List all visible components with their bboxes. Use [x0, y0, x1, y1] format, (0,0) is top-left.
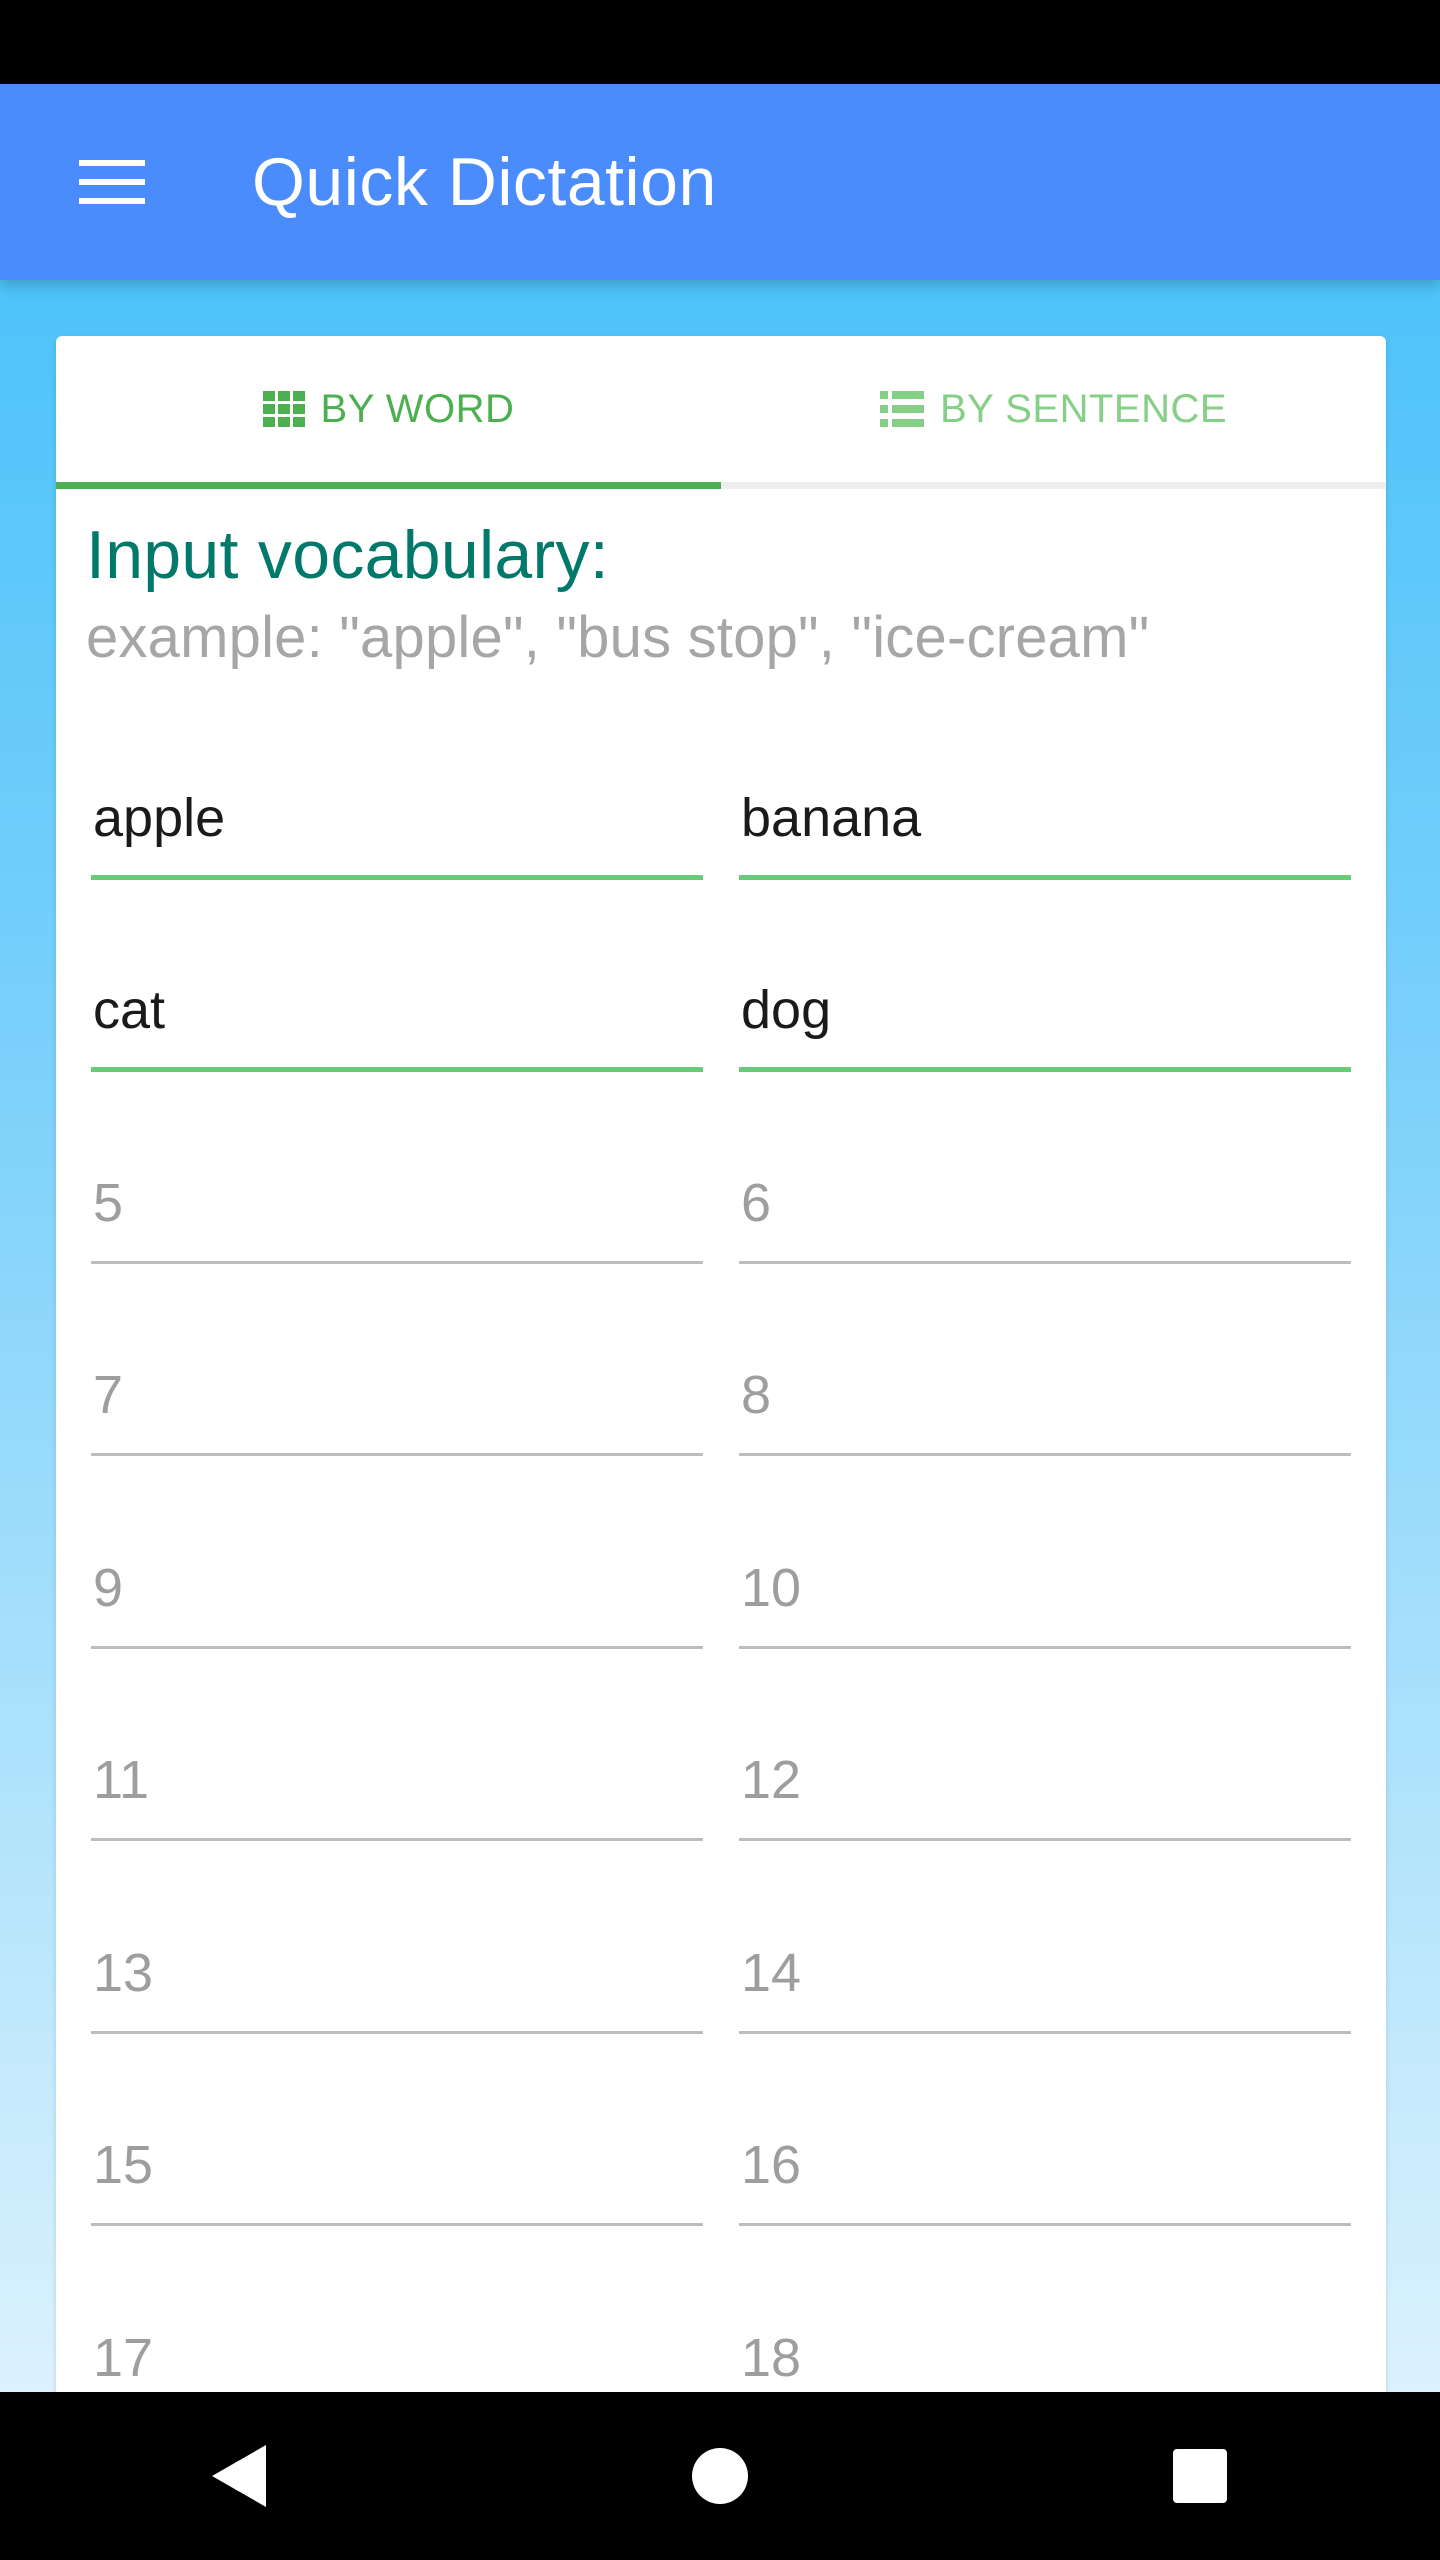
- word-field-15: [91, 2106, 703, 2226]
- recents-icon: [1173, 2449, 1227, 2503]
- vocabulary-card: BY WORD BY SENTENCE Input vocabulary: ex…: [56, 336, 1386, 2396]
- tab-by-sentence[interactable]: BY SENTENCE: [721, 336, 1386, 482]
- word-field-2: [739, 760, 1351, 880]
- tab-bar: BY WORD BY SENTENCE: [56, 336, 1386, 489]
- word-field-1: [91, 760, 703, 880]
- word-input-3[interactable]: [91, 952, 703, 1072]
- tab-by-word[interactable]: BY WORD: [56, 336, 721, 489]
- word-field-10: [739, 1529, 1351, 1649]
- word-field-3: [91, 952, 703, 1072]
- word-input-15[interactable]: [91, 2106, 703, 2226]
- word-field-4: [739, 952, 1351, 1072]
- back-button[interactable]: [160, 2416, 320, 2536]
- tab-by-sentence-label: BY SENTENCE: [939, 386, 1228, 431]
- app-bar: Quick Dictation: [0, 84, 1440, 280]
- grid-icon: [262, 391, 305, 427]
- system-nav-bar: [0, 2392, 1440, 2560]
- word-input-14[interactable]: [739, 1914, 1351, 2034]
- vocabulary-title: Input vocabulary:: [86, 517, 609, 593]
- word-input-18[interactable]: [739, 2299, 1351, 2396]
- word-field-11: [91, 1721, 703, 1841]
- vocabulary-example: example: "apple", "bus stop", "ice-cream…: [86, 605, 1150, 670]
- word-input-6[interactable]: [739, 1144, 1351, 1264]
- word-input-1[interactable]: [91, 760, 703, 880]
- tab-by-word-label: BY WORD: [320, 386, 515, 431]
- word-input-12[interactable]: [739, 1721, 1351, 1841]
- hamburger-menu-icon: [79, 160, 145, 204]
- status-bar: [0, 0, 1440, 84]
- word-field-5: [91, 1144, 703, 1264]
- active-tab-indicator: [56, 482, 721, 489]
- word-input-2[interactable]: [739, 760, 1351, 880]
- word-field-7: [91, 1336, 703, 1456]
- recents-button[interactable]: [1120, 2416, 1280, 2536]
- word-field-18: [739, 2299, 1351, 2396]
- word-field-6: [739, 1144, 1351, 1264]
- word-input-9[interactable]: [91, 1529, 703, 1649]
- word-field-16: [739, 2106, 1351, 2226]
- word-input-17[interactable]: [91, 2299, 703, 2396]
- word-input-5[interactable]: [91, 1144, 703, 1264]
- word-field-8: [739, 1336, 1351, 1456]
- list-icon: [879, 391, 924, 427]
- word-input-16[interactable]: [739, 2106, 1351, 2226]
- word-input-13[interactable]: [91, 1914, 703, 2034]
- app-title: Quick Dictation: [252, 144, 717, 220]
- word-input-8[interactable]: [739, 1336, 1351, 1456]
- home-button[interactable]: [640, 2416, 800, 2536]
- word-input-11[interactable]: [91, 1721, 703, 1841]
- word-field-17: [91, 2299, 703, 2396]
- word-input-10[interactable]: [739, 1529, 1351, 1649]
- word-field-14: [739, 1914, 1351, 2034]
- menu-button[interactable]: [62, 142, 162, 222]
- home-icon: [692, 2448, 748, 2504]
- word-input-7[interactable]: [91, 1336, 703, 1456]
- word-input-4[interactable]: [739, 952, 1351, 1072]
- word-field-9: [91, 1529, 703, 1649]
- word-field-12: [739, 1721, 1351, 1841]
- back-icon: [212, 2445, 266, 2507]
- word-field-13: [91, 1914, 703, 2034]
